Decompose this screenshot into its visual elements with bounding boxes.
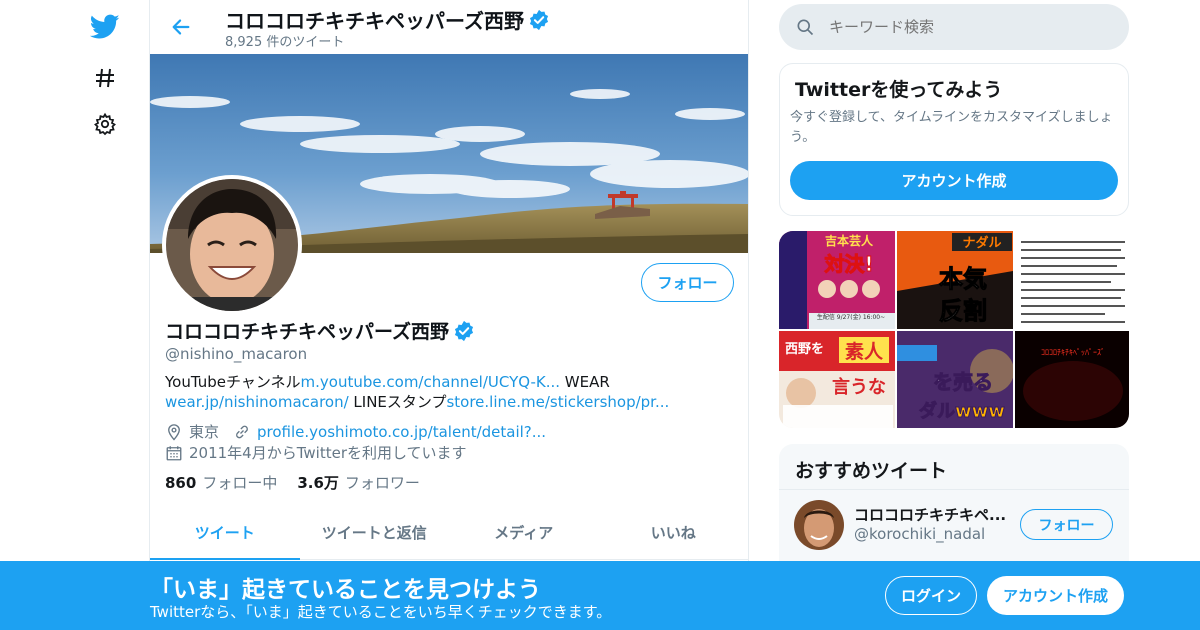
link-icon <box>236 425 248 438</box>
thumb-2-badge: ナダル <box>962 235 1001 251</box>
back-arrow-icon[interactable] <box>168 14 194 40</box>
following-count: 860 <box>165 474 197 492</box>
signup-card-title: Twitterを使ってみよう <box>795 79 1003 101</box>
profile-tabs: ツイート ツイートと返信 メディア いいね <box>150 505 748 560</box>
verified-badge-icon <box>529 9 549 30</box>
media-thumb-2[interactable]: ナダル 本気 反割 <box>897 231 1013 329</box>
media-thumb-5[interactable]: を売る ダルwww <box>897 331 1013 428</box>
thumb-1-headline: 対決! <box>823 252 873 276</box>
thumb-1-title: 吉本芸人 <box>825 233 874 248</box>
suggested-card-title: おすすめツイート <box>795 460 948 482</box>
followers-label: フォロワー <box>344 474 420 492</box>
search-box[interactable] <box>779 4 1129 50</box>
tweet-count: 8,925 件のツイート <box>225 35 345 50</box>
profile-name-text: コロコロチキチキペッパーズ西野 <box>165 321 450 343</box>
profile-display-name: コロコロチキチキペッパーズ西野 <box>165 317 475 344</box>
calendar-icon <box>166 445 182 460</box>
create-account-button[interactable]: アカウント作成 <box>790 161 1118 200</box>
media-grid: 生配信 9/27(金) 16:00~ 吉本芸人 対決! ナダル 本気 反割 西野… <box>779 231 1129 428</box>
profile-header: コロコロチキチキペッパーズ西野 8,925 件のツイート <box>150 0 748 54</box>
thumb-1-date: 生配信 9/27(金) 16:00~ <box>817 313 885 321</box>
suggested-follow-button[interactable]: フォロー <box>1020 509 1113 540</box>
thumb-4-highlight: 素人 <box>845 340 884 363</box>
tab-likes[interactable]: いいね <box>599 505 749 559</box>
signup-button[interactable]: アカウント作成 <box>987 576 1124 615</box>
tab-tweets-and-replies[interactable]: ツイートと返信 <box>300 505 450 559</box>
settings-gear-icon[interactable] <box>90 109 120 139</box>
media-thumb-4[interactable]: 西野を 素人 言うな <box>779 331 895 428</box>
tab-tweets[interactable]: ツイート <box>150 505 300 560</box>
profile-avatar[interactable] <box>162 175 302 315</box>
signup-card: Twitterを使ってみよう 今すぐ登録して、タイムラインをカスタマイズしましょ… <box>779 63 1129 216</box>
following-label: フォロー中 <box>202 474 278 492</box>
bio-link-youtube[interactable]: m.youtube.com/channel/UCYQ-K... <box>301 373 560 391</box>
bio-text-youtube: YouTubeチャンネル <box>165 373 301 391</box>
profile-bio: YouTubeチャンネルm.youtube.com/channel/UCYQ-K… <box>165 372 725 412</box>
header-name-text: コロコロチキチキペッパーズ西野 <box>225 9 524 33</box>
thumb-4-line1: 西野を <box>785 342 824 357</box>
thumb-2-line1: 本気 <box>939 265 987 293</box>
bio-text-wear: WEAR <box>560 373 610 391</box>
twitter-logo-icon[interactable] <box>90 12 120 42</box>
media-thumb-6[interactable]: ｺﾛｺﾛﾁｷﾁｷﾍﾟｯﾊﾟｰｽﾞ <box>1015 331 1129 428</box>
suggested-account-name[interactable]: コロコロチキチキペ... <box>854 504 1006 525</box>
tab-media[interactable]: メディア <box>449 505 599 559</box>
bio-link-line[interactable]: store.line.me/stickershop/pr... <box>446 393 669 411</box>
profile-joined-row: 2011年4月からTwitterを利用しています <box>165 442 467 463</box>
thumb-4-line2: 言うな <box>832 376 886 398</box>
profile-meta-row: 東京 profile.yoshimoto.co.jp/talent/detail… <box>165 421 546 442</box>
verified-badge-icon <box>454 320 474 341</box>
profile-website-link[interactable]: profile.yoshimoto.co.jp/talent/detail?..… <box>257 423 546 441</box>
suggested-account-handle: @korochiki_nadal <box>854 525 986 543</box>
follow-button[interactable]: フォロー <box>641 263 734 302</box>
search-icon <box>797 19 814 36</box>
thumb-6-label: ｺﾛｺﾛﾁｷﾁｷﾍﾟｯﾊﾟｰｽﾞ <box>1041 348 1105 357</box>
explore-hashtag-icon[interactable] <box>90 63 120 93</box>
thumb-5-line2: ダルwww <box>919 400 1005 422</box>
search-input[interactable] <box>829 18 1089 36</box>
following-stat[interactable]: 860 フォロー中 <box>165 472 277 493</box>
profile-handle: @nishino_macaron <box>165 345 308 363</box>
media-thumb-1[interactable]: 生配信 9/27(金) 16:00~ 吉本芸人 対決! <box>779 231 895 329</box>
header-display-name: コロコロチキチキペッパーズ西野 <box>225 5 550 34</box>
signup-banner-subtitle: Twitterなら、「いま」起きていることをいち早くチェックできます。 <box>150 603 612 621</box>
thumb-2-line2: 反割 <box>939 297 987 325</box>
thumb-5-line1: を売る <box>933 370 993 394</box>
left-nav <box>80 0 130 630</box>
login-button[interactable]: ログイン <box>885 576 977 615</box>
signup-banner: 「いま」起きていることを見つけよう Twitterなら、「いま」起きていることを… <box>0 561 1200 630</box>
profile-location: 東京 <box>189 423 220 441</box>
profile-stats: 860 フォロー中 3.6万 フォロワー <box>165 472 420 493</box>
media-thumb-3[interactable] <box>1015 231 1129 329</box>
signup-card-description: 今すぐ登録して、タイムラインをカスタマイズしましょう。 <box>790 110 1113 145</box>
followers-stat[interactable]: 3.6万 フォロワー <box>297 472 420 493</box>
suggested-account-row[interactable]: コロコロチキチキペ... @korochiki_nadal フォロー <box>779 489 1129 559</box>
profile-column: コロコロチキチキペッパーズ西野 8,925 件のツイート フォロー コロコロチキ… <box>149 0 749 630</box>
signup-banner-title: 「いま」起きていることを見つけよう <box>150 577 541 603</box>
followers-count: 3.6万 <box>297 474 339 492</box>
bio-link-wear[interactable]: wear.jp/nishinomacaron/ <box>165 393 349 411</box>
profile-joined-date: 2011年4月からTwitterを利用しています <box>189 444 467 462</box>
suggested-account-avatar[interactable] <box>794 500 844 550</box>
bio-text-line: LINEスタンプ <box>348 393 447 411</box>
location-pin-icon <box>168 423 180 441</box>
